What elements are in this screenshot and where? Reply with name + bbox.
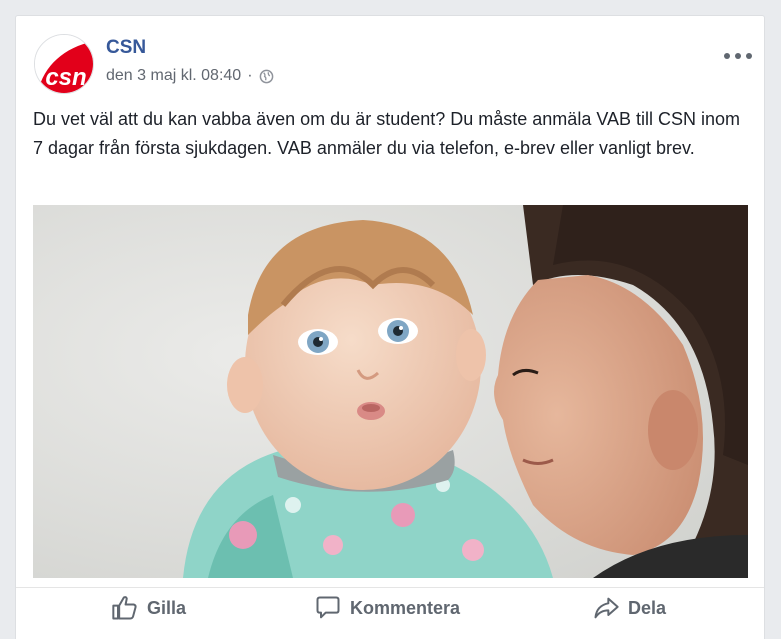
meta-separator: · [247, 67, 253, 84]
post-actions-bar: Gilla Kommentera Dela [16, 587, 764, 627]
post-text: Du vet väl att du kan vabba även om du ä… [33, 109, 741, 158]
share-button[interactable]: Dela [592, 588, 666, 628]
more-dot [746, 53, 752, 59]
comment-button[interactable]: Kommentera [314, 588, 460, 628]
more-dot [735, 53, 741, 59]
post-card: csn CSN den 3 maj kl. 08:40 · Du vet väl… [15, 15, 765, 639]
like-button[interactable]: Gilla [111, 588, 186, 628]
like-label: Gilla [147, 597, 187, 618]
comment-bubble-icon [316, 596, 340, 619]
post-header: csn CSN den 3 maj kl. 08:40 · [34, 34, 752, 96]
post-photo[interactable] [33, 205, 748, 578]
share-arrow-icon [594, 597, 619, 619]
page-name[interactable]: CSN [106, 37, 146, 59]
csn-logo: csn [35, 35, 93, 93]
comment-label: Kommentera [350, 597, 461, 618]
thumbs-up-icon [112, 596, 137, 620]
share-label: Dela [628, 597, 667, 618]
baby-and-mother-photo [33, 205, 748, 578]
more-dot [724, 53, 730, 59]
avatar-logo-text: csn [45, 64, 86, 91]
globe-icon[interactable] [259, 69, 274, 84]
more-options-icon[interactable] [724, 48, 752, 64]
post-timestamp[interactable]: den 3 maj kl. 08:40 [106, 67, 241, 85]
page-avatar[interactable]: csn [34, 34, 94, 94]
post-meta: den 3 maj kl. 08:40 · [106, 67, 274, 85]
